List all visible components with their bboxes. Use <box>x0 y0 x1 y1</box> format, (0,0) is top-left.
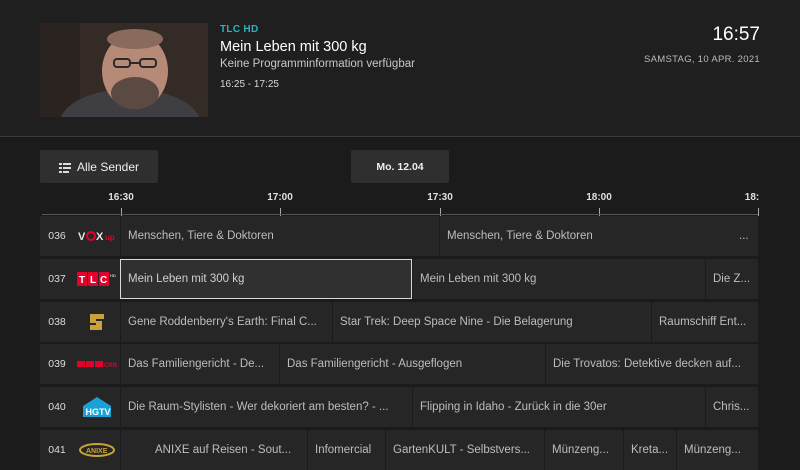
channel-number: 039 <box>40 344 74 384</box>
program-cell[interactable]: ANIXE auf Reisen - Sout... <box>121 430 307 470</box>
svg-text:T: T <box>79 275 85 286</box>
time-ruler-line <box>42 214 758 215</box>
svg-text:CRIME: CRIME <box>104 363 117 369</box>
channel-number: 036 <box>40 216 74 256</box>
channel-filter-button[interactable]: Alle Sender <box>40 150 158 183</box>
channel-row: 041 ANIXE ANIXE auf Reisen - Sout... Inf… <box>40 430 758 470</box>
program-title: Mein Leben mit 300 kg <box>220 39 367 55</box>
program-cell[interactable]: Das Familiengericht - De... <box>121 344 279 384</box>
channel-row: 040 HGTV Die Raum-Stylisten - Wer dekori… <box>40 387 758 427</box>
svg-text:ANIXE: ANIXE <box>86 448 108 455</box>
program-cell[interactable]: Münzeng... <box>545 430 623 470</box>
channel-logo-hgtv: HGTV <box>74 387 120 427</box>
time-tick-label: 17:00 <box>267 192 293 203</box>
channel-name: TLC HD <box>220 24 259 35</box>
program-cell[interactable]: Raumschiff Ent... <box>652 302 758 342</box>
channel-logo-scifi <box>74 302 120 342</box>
time-tick-label: 16:30 <box>108 192 134 203</box>
program-cell[interactable]: Infomercial <box>308 430 385 470</box>
channel-logo-anixe: ANIXE <box>74 430 120 470</box>
channel-logo-rtl-crime: CRIME <box>74 344 120 384</box>
clock: 16:57 <box>712 24 760 45</box>
program-cell[interactable]: Star Trek: Deep Space Nine - Die Belager… <box>333 302 651 342</box>
program-cell[interactable]: Chris... <box>706 387 758 427</box>
time-tick-label: 18: <box>744 192 760 203</box>
list-icon <box>58 162 71 173</box>
program-cell[interactable]: Menschen, Tiere & Doktoren <box>121 216 439 256</box>
program-cell[interactable]: Die Trovatos: Detektive decken auf... <box>546 344 758 384</box>
svg-text:X: X <box>96 231 104 243</box>
program-cell[interactable]: Gene Roddenberry's Earth: Final C... <box>121 302 332 342</box>
date-selector-label: Mo. 12.04 <box>376 160 424 173</box>
program-cell[interactable]: Die Z... <box>706 259 758 299</box>
svg-text:L: L <box>90 275 96 286</box>
svg-text:HD: HD <box>110 273 116 278</box>
program-preview-thumbnail <box>40 23 208 117</box>
time-ruler: 16:30 17:00 17:30 18:00 18: <box>0 188 800 216</box>
program-cell[interactable]: ... <box>732 216 758 256</box>
channel-row: 039 CRIME Das Familiengericht - De... Da… <box>40 344 758 384</box>
svg-text:C: C <box>100 275 107 286</box>
date-selector-button[interactable]: Mo. 12.04 <box>351 150 449 183</box>
program-cell[interactable]: Menschen, Tiere & Doktoren <box>440 216 740 256</box>
program-cell-selected[interactable]: Mein Leben mit 300 kg <box>120 259 412 299</box>
channel-number: 037 <box>40 259 74 299</box>
channel-logo-tlc: T L C HD <box>74 259 120 299</box>
program-cell[interactable]: Das Familiengericht - Ausgeflogen <box>280 344 545 384</box>
channel-filter-label: Alle Sender <box>76 159 140 174</box>
svg-text:HGTV: HGTV <box>86 407 111 417</box>
program-cell[interactable]: Münzeng... <box>677 430 758 470</box>
svg-text:up: up <box>105 233 115 242</box>
channel-row: 037 T L C HD Mein Leben mit 300 kg Mein … <box>40 259 758 299</box>
program-cell[interactable]: Kreta... <box>624 430 676 470</box>
program-cell[interactable]: GartenKULT - Selbstvers... <box>386 430 544 470</box>
channel-row: 036 V X up Menschen, Tiere & Doktoren Me… <box>40 216 758 256</box>
channel-number: 041 <box>40 430 74 470</box>
program-cell[interactable]: Flipping in Idaho - Zurück in die 30er <box>413 387 705 427</box>
svg-text:V: V <box>78 231 86 243</box>
current-date: SAMSTAG, 10 APR. 2021 <box>644 54 760 65</box>
program-info-header: TLC HD Mein Leben mit 300 kg Keine Progr… <box>0 0 800 137</box>
time-tick-label: 18:00 <box>586 192 612 203</box>
time-tick <box>758 208 759 216</box>
channel-logo-vox-up: V X up <box>74 216 120 256</box>
program-description: Keine Programminformation verfügbar <box>220 58 415 70</box>
time-tick-label: 17:30 <box>427 192 453 203</box>
program-time: 16:25 - 17:25 <box>220 79 279 90</box>
channel-number: 038 <box>40 302 74 342</box>
channel-row: 038 Gene Roddenberry's Earth: Final C...… <box>40 302 758 342</box>
program-cell[interactable]: Die Raum-Stylisten - Wer dekoriert am be… <box>121 387 412 427</box>
channel-number: 040 <box>40 387 74 427</box>
program-cell[interactable]: Mein Leben mit 300 kg <box>413 259 705 299</box>
